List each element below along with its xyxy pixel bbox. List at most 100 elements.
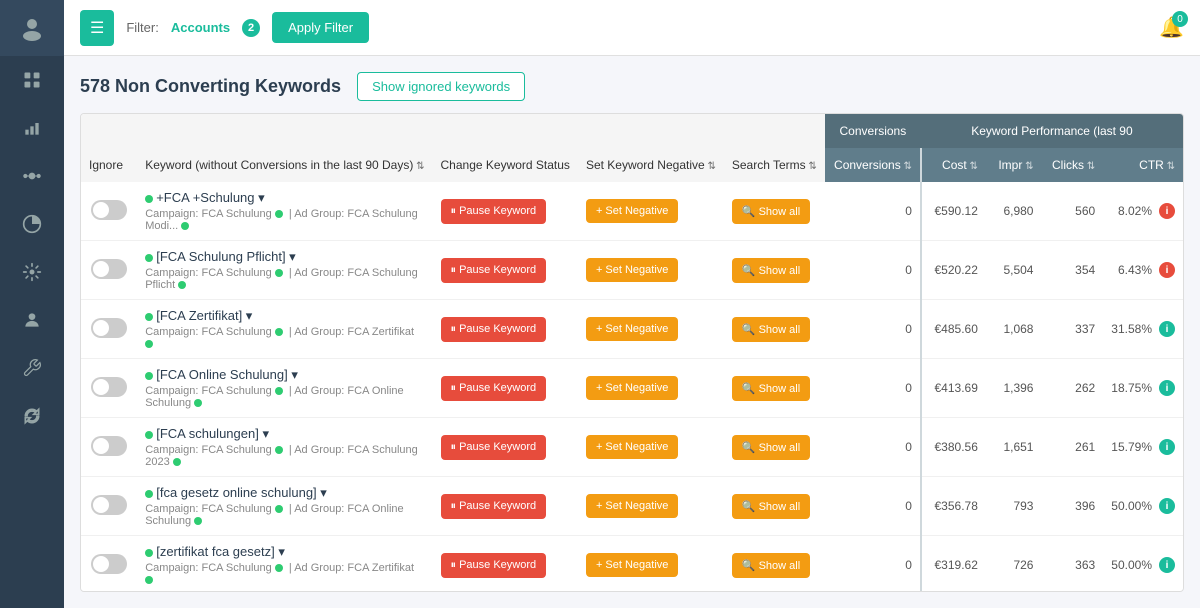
- sidebar: [0, 0, 64, 608]
- show-all-button-1[interactable]: 🔍 Show all: [732, 258, 810, 283]
- negative-btn-cell-1: + Set Negative: [578, 241, 724, 300]
- table-row: [FCA Online Schulung] ▾ Campaign: FCA Sc…: [81, 359, 1183, 418]
- set-negative-button-4[interactable]: + Set Negative: [586, 435, 678, 459]
- keyword-name-1: [FCA Schulung Pflicht] ▾: [145, 249, 424, 265]
- impr-cell-0: 6,980: [986, 182, 1042, 241]
- show-all-btn-cell-4: 🔍 Show all: [724, 418, 825, 477]
- show-all-button-0[interactable]: 🔍 Show all: [732, 199, 810, 224]
- set-negative-button-3[interactable]: + Set Negative: [586, 376, 678, 400]
- ctr-cell-4: 15.79% i: [1103, 418, 1183, 477]
- page-title: 578 Non Converting Keywords: [80, 76, 341, 97]
- cost-cell-1: €520.22: [921, 241, 986, 300]
- ignore-toggle-4[interactable]: [91, 436, 127, 456]
- campaign-dot-2: [275, 328, 283, 336]
- ctr-info-icon-1[interactable]: i: [1159, 262, 1175, 278]
- col-ignore: Ignore: [81, 148, 137, 182]
- set-negative-button-0[interactable]: + Set Negative: [586, 199, 678, 223]
- show-all-button-6[interactable]: 🔍 Show all: [732, 553, 810, 578]
- ignore-toggle-6[interactable]: [91, 554, 127, 574]
- col-search-terms: Search Terms: [724, 148, 825, 182]
- show-ignored-button[interactable]: Show ignored keywords: [357, 72, 525, 101]
- pause-keyword-button-2[interactable]: ⏸ Pause Keyword: [441, 317, 547, 342]
- col-clicks[interactable]: Clicks: [1041, 148, 1103, 182]
- campaign-dot-0: [275, 210, 283, 218]
- cost-cell-0: €590.12: [921, 182, 986, 241]
- col-cost[interactable]: Cost: [921, 148, 986, 182]
- ignore-toggle-cell: [81, 418, 137, 477]
- ignore-toggle-cell: [81, 359, 137, 418]
- sidebar-item-dashboard[interactable]: [0, 56, 64, 104]
- col-impr[interactable]: Impr: [986, 148, 1042, 182]
- menu-button[interactable]: ☰: [80, 10, 114, 46]
- show-all-button-4[interactable]: 🔍 Show all: [732, 435, 810, 460]
- pause-btn-cell-6: ⏸ Pause Keyword: [433, 536, 578, 593]
- pause-keyword-button-0[interactable]: ⏸ Pause Keyword: [441, 199, 547, 224]
- col-conversions[interactable]: Conversions: [825, 148, 921, 182]
- impr-cell-3: 1,396: [986, 359, 1042, 418]
- show-all-button-2[interactable]: 🔍 Show all: [732, 317, 810, 342]
- table-row: [zertifikat fca gesetz] ▾ Campaign: FCA …: [81, 536, 1183, 593]
- keyword-dot-4: [145, 431, 153, 439]
- sidebar-item-settings[interactable]: [0, 248, 64, 296]
- show-all-button-5[interactable]: 🔍 Show all: [732, 494, 810, 519]
- sidebar-logo: [0, 0, 64, 56]
- show-all-btn-cell-2: 🔍 Show all: [724, 300, 825, 359]
- ctr-info-icon-4[interactable]: i: [1159, 439, 1175, 455]
- notification-button[interactable]: 🔔 0: [1159, 15, 1184, 40]
- show-all-btn-cell-1: 🔍 Show all: [724, 241, 825, 300]
- keyword-cell-6: [zertifikat fca gesetz] ▾ Campaign: FCA …: [137, 536, 432, 593]
- pause-keyword-button-4[interactable]: ⏸ Pause Keyword: [441, 435, 547, 460]
- cost-cell-4: €380.56: [921, 418, 986, 477]
- set-negative-button-5[interactable]: + Set Negative: [586, 494, 678, 518]
- sidebar-item-connections[interactable]: [0, 152, 64, 200]
- ignore-toggle-2[interactable]: [91, 318, 127, 338]
- filter-badge: 2: [242, 19, 260, 37]
- set-negative-button-6[interactable]: + Set Negative: [586, 553, 678, 577]
- keyword-dot-1: [145, 254, 153, 262]
- set-negative-button-2[interactable]: + Set Negative: [586, 317, 678, 341]
- col-change-status: Change Keyword Status: [433, 148, 578, 182]
- keyword-meta-3: Campaign: FCA Schulung | Ad Group: FCA O…: [145, 385, 424, 409]
- ctr-info-icon-3[interactable]: i: [1159, 380, 1175, 396]
- ctr-info-icon-0[interactable]: i: [1159, 203, 1175, 219]
- keyword-meta-0: Campaign: FCA Schulung | Ad Group: FCA S…: [145, 208, 424, 232]
- ctr-cell-5: 50.00% i: [1103, 477, 1183, 536]
- sidebar-item-analytics[interactable]: [0, 104, 64, 152]
- set-negative-button-1[interactable]: + Set Negative: [586, 258, 678, 282]
- ignore-toggle-1[interactable]: [91, 259, 127, 279]
- apply-filter-button[interactable]: Apply Filter: [272, 12, 369, 43]
- ctr-info-icon-6[interactable]: i: [1159, 557, 1175, 573]
- col-ctr[interactable]: CTR: [1103, 148, 1183, 182]
- show-all-btn-cell-0: 🔍 Show all: [724, 182, 825, 241]
- col-keyword[interactable]: Keyword (without Conversions in the last…: [137, 148, 432, 182]
- sidebar-item-sync[interactable]: [0, 392, 64, 440]
- sidebar-item-users[interactable]: [0, 296, 64, 344]
- pause-keyword-button-3[interactable]: ⏸ Pause Keyword: [441, 376, 547, 401]
- campaign-dot-1: [275, 269, 283, 277]
- page-content: 578 Non Converting Keywords Show ignored…: [64, 56, 1200, 608]
- ctr-info-icon-2[interactable]: i: [1159, 321, 1175, 337]
- adgroup-dot-0: [181, 222, 189, 230]
- sidebar-item-pie[interactable]: [0, 200, 64, 248]
- pause-keyword-button-6[interactable]: ⏸ Pause Keyword: [441, 553, 547, 578]
- cost-cell-6: €319.62: [921, 536, 986, 593]
- keyword-cell-5: [fca gesetz online schulung] ▾ Campaign:…: [137, 477, 432, 536]
- pause-keyword-button-1[interactable]: ⏸ Pause Keyword: [441, 258, 547, 283]
- sidebar-item-tools[interactable]: [0, 344, 64, 392]
- pause-btn-cell-1: ⏸ Pause Keyword: [433, 241, 578, 300]
- adgroup-dot-5: [194, 517, 202, 525]
- table-body: +FCA +Schulung ▾ Campaign: FCA Schulung …: [81, 182, 1183, 592]
- ignore-toggle-0[interactable]: [91, 200, 127, 220]
- campaign-dot-4: [275, 446, 283, 454]
- show-all-button-3[interactable]: 🔍 Show all: [732, 376, 810, 401]
- header-row-columns: Ignore Keyword (without Conversions in t…: [81, 148, 1183, 182]
- pause-btn-cell-4: ⏸ Pause Keyword: [433, 418, 578, 477]
- ignore-toggle-5[interactable]: [91, 495, 127, 515]
- keyword-dot-5: [145, 490, 153, 498]
- pause-keyword-button-5[interactable]: ⏸ Pause Keyword: [441, 494, 547, 519]
- adgroup-dot-1: [178, 281, 186, 289]
- ignore-toggle-3[interactable]: [91, 377, 127, 397]
- negative-btn-cell-3: + Set Negative: [578, 359, 724, 418]
- keywords-table-wrapper: Conversions Keyword Performance (last 90…: [80, 113, 1184, 592]
- ctr-info-icon-5[interactable]: i: [1159, 498, 1175, 514]
